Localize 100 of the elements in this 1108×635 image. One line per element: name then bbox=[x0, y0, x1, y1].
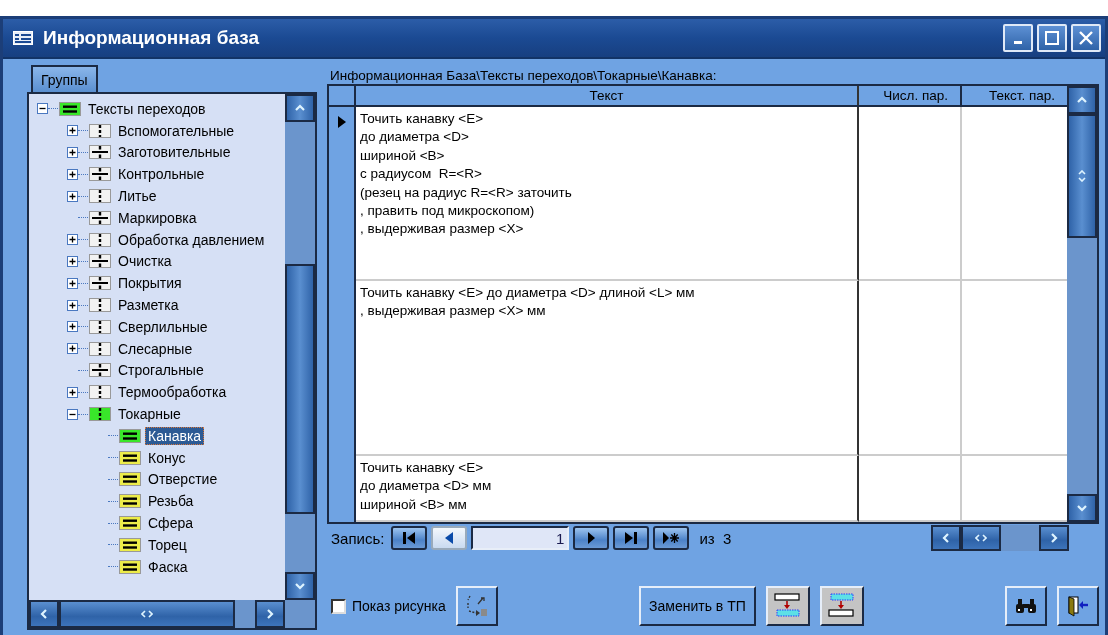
chevron-right-icon bbox=[1048, 532, 1060, 544]
insert-above-icon bbox=[827, 593, 856, 619]
tree-item[interactable]: Слесарные bbox=[115, 339, 196, 358]
chevron-right-icon bbox=[264, 608, 276, 620]
tree-item[interactable]: Сфера bbox=[145, 514, 196, 533]
binoculars-icon bbox=[1015, 598, 1037, 614]
scroll-up-button[interactable] bbox=[285, 94, 315, 122]
new-record-button[interactable] bbox=[653, 526, 690, 550]
node-icon bbox=[89, 363, 111, 378]
groups-tab[interactable]: Группы bbox=[31, 65, 98, 92]
tree-expand-icon[interactable] bbox=[67, 190, 78, 202]
minimize-icon bbox=[1014, 40, 1022, 44]
node-icon bbox=[119, 516, 141, 531]
chevron-down-icon bbox=[1076, 502, 1088, 514]
tree-collapse-icon[interactable] bbox=[67, 408, 78, 420]
tree-expand-icon[interactable] bbox=[67, 321, 78, 333]
scroll-right-button[interactable] bbox=[255, 600, 285, 628]
tree-item[interactable]: Очистка bbox=[115, 252, 175, 271]
tree-expand-icon[interactable] bbox=[67, 255, 78, 267]
exit-button[interactable] bbox=[1057, 586, 1099, 626]
node-icon bbox=[89, 276, 111, 291]
scroll-thumb[interactable] bbox=[1067, 114, 1097, 238]
maximize-button[interactable] bbox=[1037, 24, 1067, 52]
tree-item[interactable]: Торец bbox=[145, 535, 190, 554]
scroll-right-button[interactable] bbox=[1039, 525, 1069, 551]
tree-item[interactable]: Покрытия bbox=[115, 274, 185, 293]
tree-item[interactable]: Канавка bbox=[145, 426, 205, 445]
record-label: Запись: bbox=[331, 529, 385, 547]
tree-item[interactable]: Литье bbox=[115, 187, 160, 206]
tree-expand-icon[interactable] bbox=[67, 147, 78, 158]
tree-item[interactable]: Тексты переходов bbox=[85, 99, 209, 118]
node-icon bbox=[89, 189, 111, 204]
next-record-button[interactable] bbox=[573, 526, 610, 550]
node-icon bbox=[119, 559, 141, 574]
node-icon bbox=[59, 101, 81, 116]
tree-item[interactable]: Строгальные bbox=[115, 361, 207, 380]
tree-expand-icon[interactable] bbox=[67, 168, 78, 180]
route-button[interactable] bbox=[455, 586, 498, 626]
scroll-thumb[interactable] bbox=[285, 264, 315, 514]
insert-above-button[interactable] bbox=[819, 586, 864, 626]
show-picture-checkbox[interactable] bbox=[331, 598, 346, 614]
tree-expand-icon[interactable] bbox=[67, 125, 78, 137]
tree-item[interactable]: Отверстие bbox=[145, 470, 221, 489]
minimize-button[interactable] bbox=[1003, 24, 1033, 52]
node-icon bbox=[119, 428, 141, 443]
tree-item[interactable]: Конус bbox=[145, 448, 189, 467]
table-cell: Точить канавку <E> до диаметра <D> длиной <L> мм , выдерживая размер <X> мм bbox=[356, 281, 859, 456]
insert-below-button[interactable] bbox=[765, 586, 810, 626]
tree-expand-icon[interactable] bbox=[67, 234, 78, 246]
door-exit-icon bbox=[1067, 595, 1089, 617]
close-button[interactable] bbox=[1071, 24, 1101, 52]
window-title: Информационная база bbox=[43, 27, 260, 49]
scroll-grip-icon bbox=[1078, 170, 1086, 182]
scroll-track[interactable] bbox=[235, 600, 255, 628]
tree-item[interactable]: Обработка давлением bbox=[115, 230, 268, 249]
node-icon bbox=[89, 123, 111, 138]
node-icon bbox=[119, 537, 141, 552]
tree-expand-icon[interactable] bbox=[67, 277, 78, 289]
scroll-left-button[interactable] bbox=[931, 525, 961, 551]
scroll-thumb[interactable] bbox=[59, 600, 235, 628]
chevron-down-icon bbox=[294, 580, 306, 592]
tree-expand-icon[interactable] bbox=[67, 343, 78, 355]
tree-collapse-icon[interactable] bbox=[37, 103, 48, 115]
tree-expand-icon[interactable] bbox=[67, 299, 78, 311]
first-record-button[interactable] bbox=[391, 526, 428, 550]
node-icon bbox=[119, 472, 141, 487]
tree-item[interactable]: Маркировка bbox=[115, 208, 200, 227]
scroll-down-button[interactable] bbox=[1067, 494, 1097, 522]
scroll-grip-icon bbox=[141, 610, 153, 618]
scroll-down-button[interactable] bbox=[285, 572, 315, 600]
previous-record-button[interactable] bbox=[431, 526, 468, 550]
search-button[interactable] bbox=[1005, 586, 1047, 626]
node-icon bbox=[89, 232, 111, 247]
tree-item[interactable]: Заготовительные bbox=[115, 143, 234, 162]
node-icon bbox=[89, 145, 111, 160]
node-icon bbox=[89, 298, 111, 313]
previous-record-icon bbox=[445, 531, 454, 545]
replace-button[interactable]: Заменить в ТП bbox=[639, 586, 756, 626]
scroll-thumb[interactable] bbox=[961, 525, 1001, 551]
tree-expand-icon[interactable] bbox=[67, 386, 78, 398]
tree-item[interactable]: Вспомогательные bbox=[115, 121, 237, 140]
node-icon bbox=[119, 494, 141, 509]
tree-item[interactable]: Разметка bbox=[115, 296, 182, 315]
app-icon bbox=[13, 31, 33, 45]
chevron-left-icon bbox=[38, 608, 50, 620]
node-icon bbox=[89, 210, 111, 225]
node-icon bbox=[89, 385, 111, 400]
close-icon bbox=[1079, 31, 1093, 45]
scroll-left-button[interactable] bbox=[29, 600, 59, 628]
tree-item[interactable]: Фаска bbox=[145, 557, 191, 576]
tree-item[interactable]: Токарные bbox=[115, 405, 184, 424]
tree-item[interactable]: Контрольные bbox=[115, 165, 208, 184]
tree-item[interactable]: Термообработка bbox=[115, 383, 230, 402]
last-record-button[interactable] bbox=[613, 526, 650, 550]
node-icon bbox=[89, 319, 111, 334]
tree-item[interactable]: Сверлильные bbox=[115, 317, 211, 336]
scroll-up-button[interactable] bbox=[1067, 86, 1097, 114]
node-icon bbox=[89, 254, 111, 269]
tree-item[interactable]: Резьба bbox=[145, 492, 197, 511]
record-number-field[interactable]: 1 bbox=[471, 526, 570, 550]
